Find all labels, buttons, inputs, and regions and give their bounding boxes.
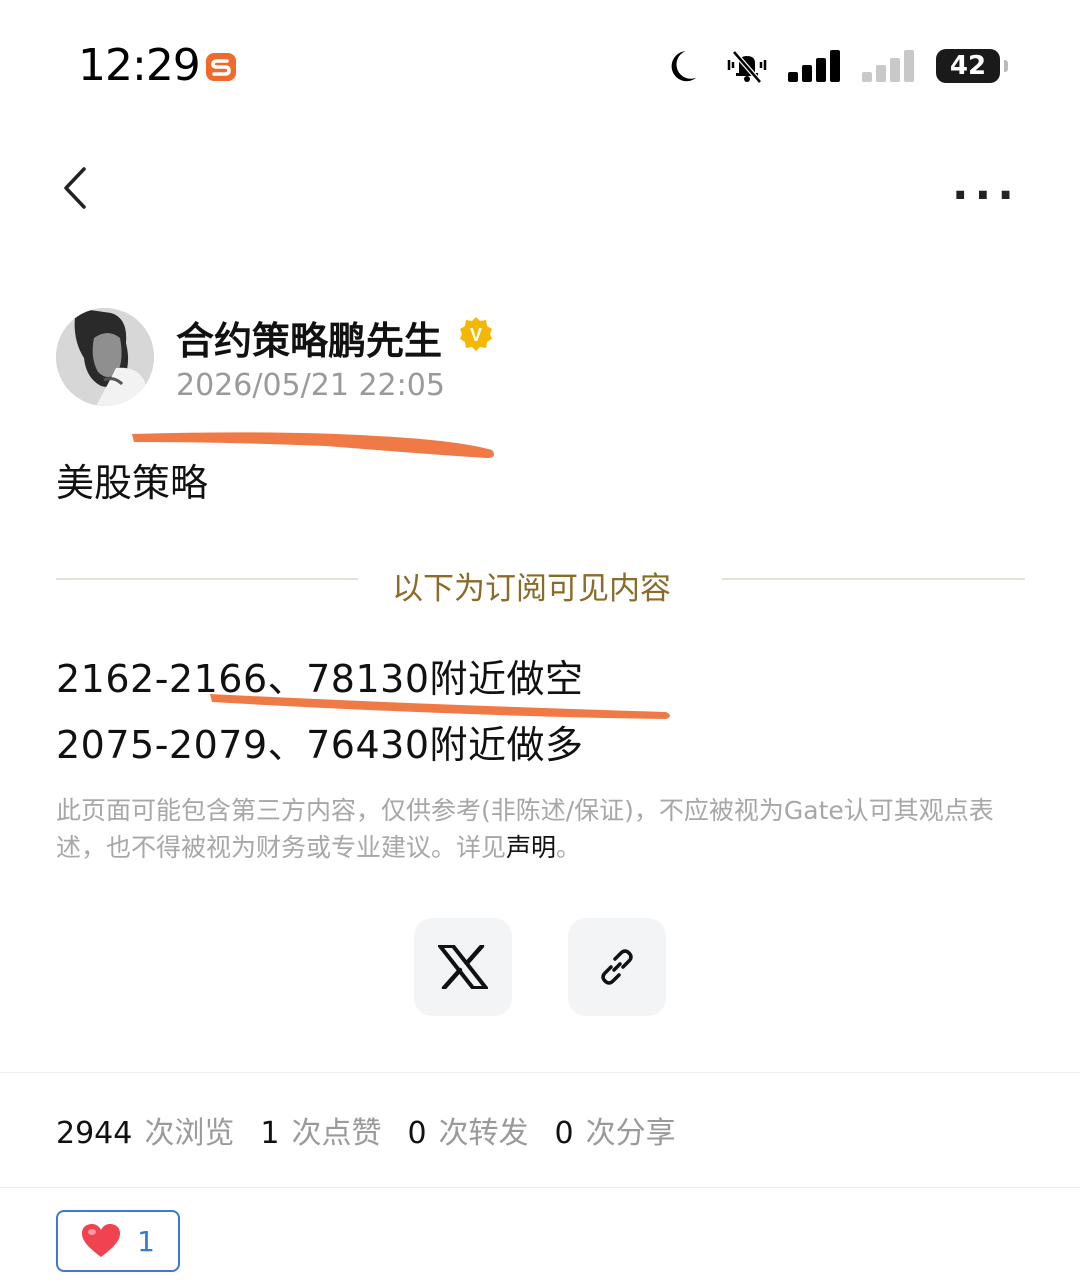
- shares-label: 次分享: [585, 1116, 676, 1151]
- link-icon: [601, 949, 633, 985]
- post-title: 美股策略: [56, 461, 209, 505]
- more-horizontal-icon[interactable]: ···: [952, 170, 1020, 221]
- views-count: 2944: [56, 1116, 133, 1151]
- like-count: 1: [137, 1224, 155, 1258]
- disclaimer-end: 。: [556, 833, 582, 862]
- shares-count: 0: [554, 1116, 574, 1151]
- author-name[interactable]: 合约策略鹏先生: [176, 310, 442, 365]
- share-x-button[interactable]: [414, 918, 512, 1016]
- statement-link[interactable]: 声明: [506, 833, 556, 862]
- section-divider: [0, 1072, 1080, 1073]
- moon-icon: [671, 51, 697, 82]
- post-stats: 2944 次浏览 1 次点赞 0 次转发 0 次分享: [56, 1108, 702, 1152]
- likes-count: 1: [260, 1116, 280, 1151]
- svg-text:V: V: [470, 325, 482, 345]
- avatar[interactable]: [56, 308, 154, 406]
- reposts-label: 次转发: [438, 1116, 529, 1151]
- battery-indicator: 42: [936, 49, 1008, 83]
- post-timestamp: 2026/05/21 22:05: [176, 368, 445, 403]
- reposts-count: 0: [407, 1116, 427, 1151]
- cellular-signal-icon: [788, 50, 840, 82]
- views-label: 次浏览: [144, 1116, 235, 1151]
- copy-link-button[interactable]: [568, 918, 666, 1016]
- like-button[interactable]: 1: [56, 1210, 180, 1272]
- sogou-input-icon: [206, 53, 236, 81]
- status-time: 12:29: [78, 40, 201, 91]
- content-line: 2075-2079、76430附近做多: [56, 723, 584, 767]
- status-icons: 42: [670, 46, 1008, 86]
- chevron-left-icon[interactable]: [58, 165, 94, 211]
- likes-label: 次点赞: [291, 1116, 382, 1151]
- x-logo-icon: [438, 945, 488, 989]
- divider-left: [56, 578, 358, 580]
- bell-muted-icon: [727, 50, 767, 84]
- verified-badge-icon: V: [460, 317, 492, 351]
- secondary-signal-icon: [862, 50, 914, 82]
- content-line: 2162-2166、78130附近做空: [56, 657, 584, 701]
- section-divider: [0, 1187, 1080, 1188]
- divider-right: [722, 578, 1025, 580]
- heart-icon: [82, 1224, 121, 1257]
- disclaimer: 此页面可能包含第三方内容，仅供参考(非陈述/保证)，不应被视为Gate认可其观点…: [56, 792, 1031, 866]
- subscriber-content-label: 以下为订阅可见内容: [392, 571, 671, 607]
